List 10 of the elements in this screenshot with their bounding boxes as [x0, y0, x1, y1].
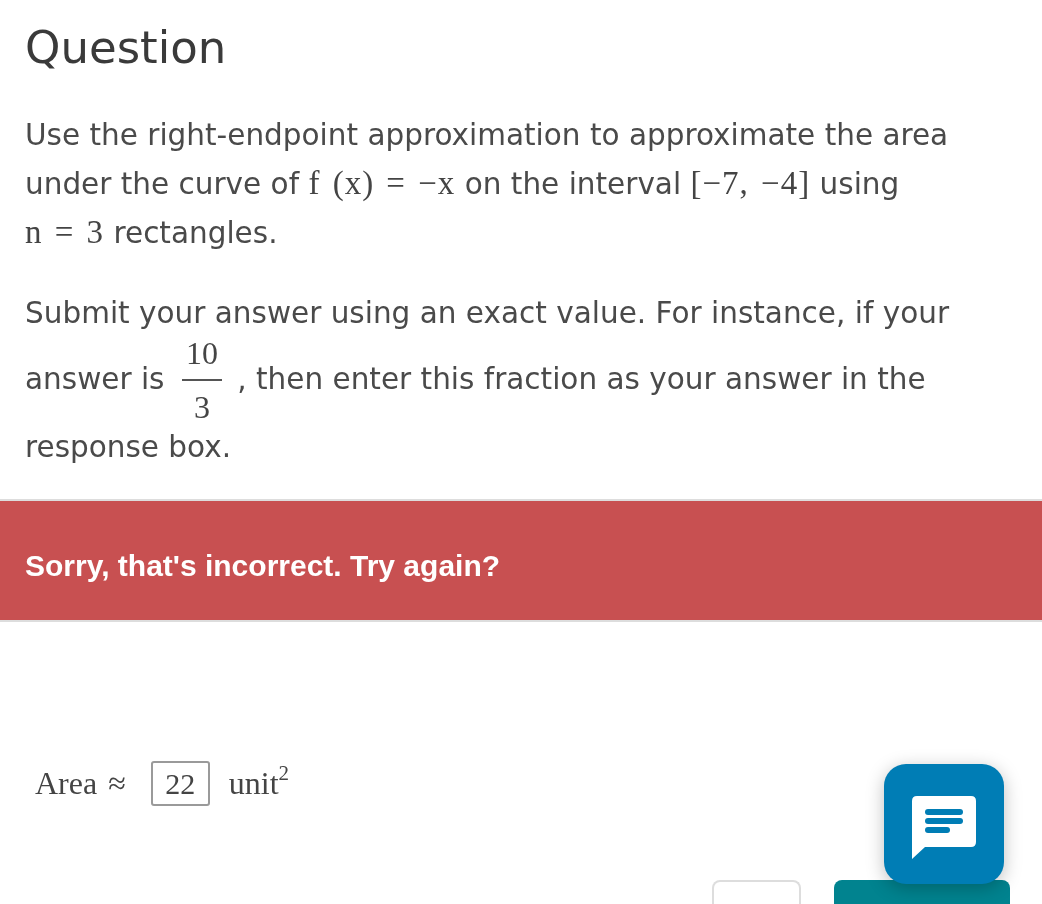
question-heading: Question — [25, 20, 228, 76]
unit-label: unit$^{2}$ — [228, 765, 289, 802]
question-text: Use the right-endpoint approximation to approximate the area under the curve of f (x) = −x on the interval [−7, −4] using n = 3 rectangles. — [25, 117, 950, 252]
question-text: Submit your answer using an exact value. For instance, if your answer is 10 3 , then enter this fraction as your answer in the response box. — [25, 295, 951, 466]
feedback-message: Sorry, that's incorrect. Try again? — [25, 547, 501, 584]
answer-label: Area ≈ — [35, 765, 126, 802]
answer-field[interactable]: 22 — [150, 761, 210, 806]
chat-button[interactable] — [884, 764, 1004, 884]
outline-button[interactable] — [712, 880, 801, 904]
chat-bubble-icon — [912, 795, 976, 859]
